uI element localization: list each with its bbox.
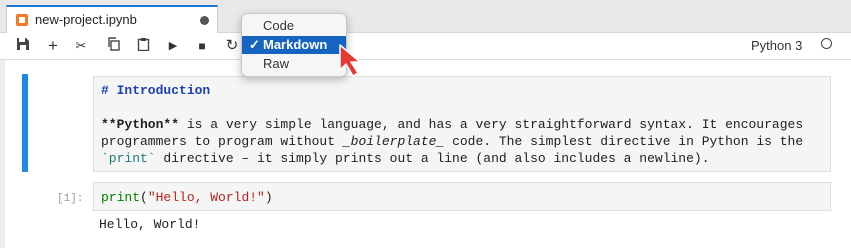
notebook-toolbar: + ✂ ▶ ■ ↻ Python 3 (0, 33, 851, 60)
code-string: "Hello, World!" (147, 190, 265, 205)
restart-icon[interactable]: ↻ (223, 37, 241, 55)
code-paren: ( (140, 190, 148, 205)
save-icon[interactable] (14, 37, 32, 55)
add-cell-icon[interactable]: + (44, 37, 62, 55)
italic-text: _boilerplate_ (342, 134, 445, 149)
tab-bar: new-project.ipynb (0, 0, 851, 33)
markdown-text: programmers to program without (101, 134, 343, 149)
cut-icon[interactable]: ✂ (72, 37, 90, 55)
code-paren: ) (264, 190, 273, 205)
markdown-line-1: **Python** is a very simple language, an… (101, 117, 803, 132)
markdown-cell[interactable]: # Introduction **Python** is a very simp… (93, 76, 831, 172)
option-markdown-label: Markdown (263, 37, 328, 52)
active-cell-indicator[interactable] (22, 74, 28, 172)
pointer-arrow-icon (339, 44, 361, 77)
checkmark-icon: ✓ (249, 37, 260, 52)
inline-code: `print` (101, 151, 156, 166)
execution-count-prompt: [1]: (57, 193, 84, 205)
notebook-icon (16, 14, 28, 26)
stop-icon[interactable]: ■ (193, 37, 211, 55)
markdown-line-2: programmers to program without _boilerpl… (101, 134, 803, 149)
option-markdown[interactable]: ✓ Markdown (242, 36, 346, 54)
markdown-line-3: `print` directive – it simply prints out… (101, 151, 710, 166)
run-icon[interactable]: ▶ (164, 37, 182, 55)
copy-icon[interactable] (104, 37, 122, 55)
kernel-name[interactable]: Python 3 (751, 38, 802, 53)
paste-icon[interactable] (134, 37, 152, 55)
code-function: print (101, 190, 141, 205)
option-code[interactable]: Code (242, 17, 346, 35)
kernel-status-icon (821, 38, 832, 49)
cell-output: Hello, World! (99, 217, 201, 232)
code-line: print("Hello, World!") (101, 190, 273, 205)
code-cell[interactable]: print("Hello, World!") (93, 182, 831, 211)
option-raw[interactable]: Raw (242, 55, 346, 73)
bold-text: **Python** (101, 117, 180, 132)
markdown-text: is a very simple language, and has a ver… (179, 117, 804, 132)
notebook-tab[interactable]: new-project.ipynb (6, 5, 218, 33)
left-gutter (0, 60, 5, 248)
unsaved-dot-icon[interactable] (200, 16, 209, 25)
markdown-heading: # Introduction (101, 83, 211, 98)
tab-title: new-project.ipynb (35, 12, 137, 27)
markdown-text: code. The simplest directive in Python i… (444, 134, 804, 149)
markdown-text: directive – it simply prints out a line … (155, 151, 710, 166)
